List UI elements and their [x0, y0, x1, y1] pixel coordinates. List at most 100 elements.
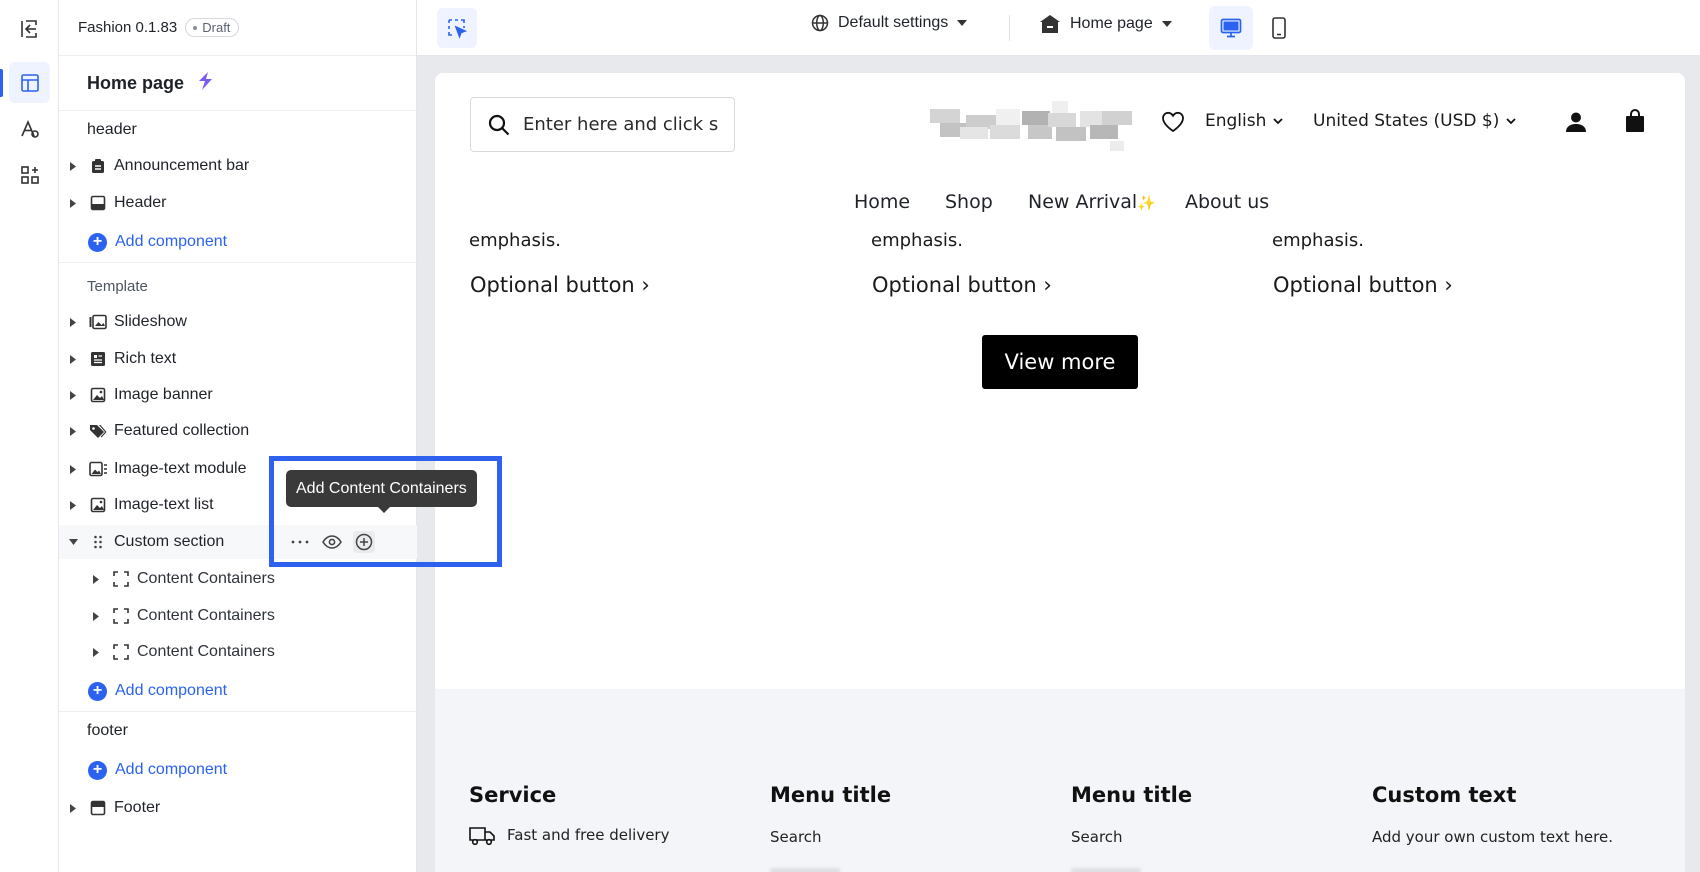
image-icon	[89, 386, 107, 404]
footer-custom-text: Add your own custom text here.	[1372, 828, 1613, 846]
globe-icon	[811, 14, 829, 32]
child-label: Content Containers	[137, 643, 275, 660]
outline-panel: Fashion 0.1.83 Draft Home page header An…	[59, 0, 417, 872]
chevron-down-icon	[1506, 118, 1516, 125]
section-rich-text[interactable]: Rich text	[59, 342, 417, 376]
chevron-down-icon	[957, 20, 968, 26]
sparkle-icon: ✨	[1137, 194, 1156, 212]
panel-header: Fashion 0.1.83 Draft	[59, 0, 416, 56]
account-icon[interactable]	[1565, 111, 1587, 137]
expand-caret-icon[interactable]	[68, 317, 78, 327]
expand-caret-icon[interactable]	[91, 574, 101, 584]
group-template-label: Template	[87, 278, 148, 295]
group-header-label: header	[87, 121, 137, 138]
section-announcement-bar[interactable]: Announcement bar	[59, 149, 417, 183]
add-circle-icon: +	[88, 681, 107, 701]
optional-button[interactable]: Optional button ›	[1273, 273, 1453, 297]
section-image-banner[interactable]: Image banner	[59, 378, 417, 412]
section-featured-collection[interactable]: Featured collection	[59, 414, 417, 448]
container-frame-icon	[112, 570, 130, 588]
child-label: Content Containers	[137, 607, 275, 624]
search-icon	[488, 114, 510, 135]
view-more-button[interactable]: View more	[982, 335, 1138, 389]
footer-link-search[interactable]: Search	[1071, 828, 1123, 846]
section-label: Image-text list	[114, 496, 214, 513]
expand-caret-icon[interactable]	[68, 390, 78, 400]
footer-menu-title: Menu title	[770, 783, 892, 807]
container-frame-icon	[112, 607, 130, 625]
wishlist-heart-icon[interactable]	[1161, 111, 1185, 137]
section-slideshow[interactable]: Slideshow	[59, 305, 417, 339]
store-search-input[interactable]	[523, 114, 719, 135]
footer-block-icon	[89, 799, 107, 817]
optional-button[interactable]: Optional button ›	[872, 273, 1052, 297]
optional-button[interactable]: Optional button ›	[470, 273, 650, 297]
chevron-down-icon	[1273, 118, 1284, 125]
nav-new-arrival[interactable]: New Arrival✨	[1028, 191, 1156, 213]
tag-icon	[89, 422, 107, 440]
expand-caret-icon[interactable]	[68, 426, 78, 436]
section-label: Image-text module	[114, 460, 247, 477]
expand-caret-icon[interactable]	[68, 161, 78, 171]
section-label: Header	[114, 194, 167, 211]
default-settings-dropdown[interactable]: Default settings	[811, 14, 968, 32]
expand-caret-icon[interactable]	[68, 354, 78, 364]
container-frame-icon	[112, 643, 130, 661]
section-header[interactable]: Header	[59, 186, 417, 220]
child-content-containers[interactable]: Content Containers	[59, 562, 417, 596]
store-logo	[930, 97, 1132, 157]
footer-link-search[interactable]: Search	[770, 828, 822, 846]
add-component-button[interactable]: + Add component	[88, 679, 227, 703]
add-content-containers-tooltip: Add Content Containers	[286, 470, 477, 513]
theme-style-icon[interactable]	[9, 108, 50, 149]
select-element-icon[interactable]	[437, 8, 477, 48]
footer-link-cutoff	[1071, 868, 1141, 872]
expand-caret-icon[interactable]	[68, 803, 78, 813]
expand-caret-icon[interactable]	[68, 198, 78, 208]
language-selector[interactable]: English	[1205, 111, 1284, 131]
collapse-caret-icon[interactable]	[68, 537, 78, 547]
add-component-button[interactable]: + Add component	[88, 758, 227, 782]
section-footer[interactable]: Footer	[59, 791, 417, 825]
expand-caret-icon[interactable]	[91, 611, 101, 621]
left-icon-rail	[0, 0, 59, 872]
editor-toolbar: Default settings Home page	[417, 0, 1700, 56]
section-label: Slideshow	[114, 313, 187, 330]
cart-bag-icon[interactable]	[1624, 109, 1646, 137]
layout-icon[interactable]	[9, 62, 50, 103]
expand-caret-icon[interactable]	[68, 500, 78, 510]
child-content-containers[interactable]: Content Containers	[59, 599, 417, 633]
child-content-containers[interactable]: Content Containers	[59, 635, 417, 669]
section-label: Rich text	[114, 350, 177, 367]
mobile-view-icon[interactable]	[1257, 6, 1301, 50]
footer-service-item: Fast and free delivery	[469, 824, 669, 846]
section-label: Footer	[114, 799, 161, 816]
storefront-preview: English United States (USD $) Home Shop …	[435, 73, 1685, 872]
expand-caret-icon[interactable]	[91, 647, 101, 657]
column-text: emphasis.	[1272, 230, 1364, 251]
header-block-icon	[89, 194, 107, 212]
exit-editor-icon[interactable]	[8, 8, 49, 49]
nav-home[interactable]: Home	[854, 191, 910, 213]
add-component-button[interactable]: + Add component	[88, 230, 227, 254]
footer-link-cutoff	[770, 868, 840, 872]
footer-service-title: Service	[469, 783, 557, 807]
apps-icon[interactable]	[9, 154, 50, 195]
clipboard-icon	[89, 157, 107, 175]
home-icon	[1040, 15, 1060, 33]
page-title: Home page	[87, 73, 185, 93]
child-label: Content Containers	[137, 570, 275, 587]
chevron-down-icon	[1161, 21, 1172, 27]
store-search-box[interactable]	[470, 97, 735, 152]
toolbar-divider	[1009, 15, 1010, 41]
footer-custom-title: Custom text	[1372, 783, 1517, 807]
add-circle-icon: +	[88, 760, 107, 780]
drag-handle-icon[interactable]	[89, 533, 107, 551]
currency-selector[interactable]: United States (USD $)	[1313, 111, 1517, 131]
page-selector-dropdown[interactable]: Home page	[1039, 14, 1172, 34]
expand-caret-icon[interactable]	[68, 464, 78, 474]
nav-shop[interactable]: Shop	[945, 191, 993, 213]
desktop-view-icon[interactable]	[1209, 6, 1253, 50]
nav-about-us[interactable]: About us	[1185, 191, 1269, 213]
slideshow-icon	[89, 313, 107, 331]
